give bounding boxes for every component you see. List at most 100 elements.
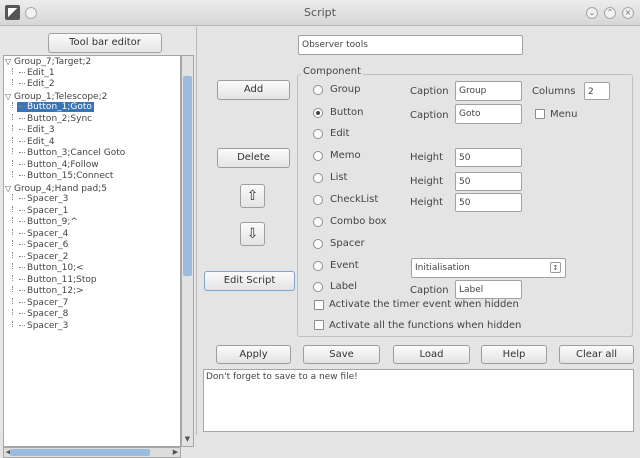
tree-item-label: Spacer_8 <box>17 309 70 319</box>
minimize-icon[interactable]: ⌄ <box>586 7 598 19</box>
tree-item[interactable]: Button_9;^ <box>4 217 180 229</box>
radio-label-button: Button <box>330 107 364 118</box>
scroll-right-arrow-icon[interactable]: ▶ <box>171 448 180 457</box>
expand-toggle-icon[interactable]: ▽ <box>4 56 12 68</box>
tree-item[interactable]: Spacer_2 <box>4 251 180 264</box>
radio-spacer[interactable] <box>313 239 323 249</box>
tree-item[interactable]: Spacer_4 <box>4 228 180 241</box>
tree-item[interactable]: Spacer_3 <box>4 320 180 333</box>
radio-label-event: Event <box>330 260 359 271</box>
list-height-input[interactable]: 50 <box>455 172 522 191</box>
radio-event[interactable] <box>313 261 323 271</box>
tree-item-label: Button_2;Sync <box>17 114 94 124</box>
tree-item-label: Spacer_4 <box>17 229 70 239</box>
scroll-down-arrow-icon[interactable]: ▼ <box>183 435 192 444</box>
radio-label[interactable] <box>313 282 323 292</box>
expand-toggle-icon[interactable]: ▽ <box>4 183 12 195</box>
left-panel: Tool bar editor ▽ Group_7;Target;2 Edit_1 E… <box>0 27 197 458</box>
radio-label-checklist: CheckList <box>330 194 379 205</box>
component-tree[interactable]: ▽ Group_7;Target;2 Edit_1 Edit_2 ▽ Group_1;Te… <box>3 55 181 447</box>
label-caption-label: Caption <box>410 285 449 296</box>
tree-item[interactable]: Spacer_6 <box>4 240 180 252</box>
move-up-button[interactable]: ⇧ <box>240 184 265 208</box>
tree-vertical-scrollbar[interactable]: ▼ <box>181 55 194 447</box>
delete-button[interactable]: Delete <box>217 148 290 168</box>
apply-button[interactable]: Apply <box>216 345 291 364</box>
columns-input[interactable]: 2 <box>584 82 610 100</box>
radio-label-combo-box: Combo box <box>330 216 387 227</box>
edit-script-button[interactable]: Edit Script <box>204 271 295 291</box>
tree-item-label: Button_3;Cancel Goto <box>17 148 127 158</box>
tree-item[interactable]: Button_3;Cancel Goto <box>4 148 180 160</box>
tree-item[interactable]: Button_12;> <box>4 286 180 298</box>
radio-button[interactable] <box>313 108 323 118</box>
clear-all-button[interactable]: Clear all <box>559 345 634 364</box>
expand-toggle-icon[interactable]: ▽ <box>4 91 12 103</box>
tree-item-label: Button_11;Stop <box>17 275 99 285</box>
functions-hidden-label: Activate all the functions when hidden <box>329 320 522 331</box>
tree-item[interactable]: Spacer_8 <box>4 309 180 321</box>
radio-label-spacer: Spacer <box>330 238 365 249</box>
tree-item-label: Group_1;Telescope;2 <box>14 91 108 102</box>
tree-item-label: Button_9;^ <box>17 217 80 227</box>
menu-checkbox[interactable] <box>535 109 545 119</box>
tree-item-label: Button_10;< <box>17 263 86 273</box>
title-bar: Script ⌄ ⌃ × <box>0 0 640 26</box>
arrow-down-icon: ⇩ <box>246 226 259 242</box>
tree-item-label: Button_4;Follow <box>17 160 101 170</box>
checklist-height-input[interactable]: 50 <box>455 193 522 212</box>
tree-item-label: Group_7;Target;2 <box>14 57 92 67</box>
tree-item[interactable]: Button_1;Goto <box>4 102 180 114</box>
radio-group[interactable] <box>313 85 323 95</box>
radio-label-list: List <box>330 172 348 183</box>
move-down-button[interactable]: ⇩ <box>240 222 265 246</box>
tree-horizontal-scrollbar[interactable]: ◀ ▶ <box>3 447 181 458</box>
tree-item-label: Spacer_1 <box>17 206 70 216</box>
tree-item[interactable]: Spacer_3 <box>4 194 180 206</box>
tree-item[interactable]: Edit_1 <box>4 67 180 80</box>
tree-item-label: Edit_3 <box>17 125 57 135</box>
functions-hidden-checkbox[interactable] <box>314 320 324 330</box>
radio-checklist[interactable] <box>313 195 323 205</box>
radio-edit[interactable] <box>313 129 323 139</box>
tree-item[interactable]: Spacer_7 <box>4 297 180 310</box>
tree-item[interactable]: Spacer_1 <box>4 205 180 218</box>
tree-item-label: Group_4;Hand pad;5 <box>14 183 107 194</box>
tree-item[interactable]: Button_10;< <box>4 263 180 275</box>
memo-height-input[interactable]: 50 <box>455 148 522 167</box>
add-button[interactable]: Add <box>217 80 290 100</box>
toolbar-title-input[interactable]: Observer tools <box>298 35 523 55</box>
tree-group-item[interactable]: ▽ Group_4;Hand pad;5 <box>4 183 180 195</box>
group-caption-input[interactable]: Group <box>455 81 522 101</box>
timer-hidden-label: Activate the timer event when hidden <box>329 299 519 310</box>
tree-item-label: Spacer_3 <box>17 321 70 331</box>
timer-hidden-checkbox[interactable] <box>314 300 324 310</box>
tree-item[interactable]: Button_11;Stop <box>4 274 180 287</box>
list-height-label: Height <box>410 176 444 187</box>
tree-item[interactable]: Edit_2 <box>4 79 180 91</box>
button-caption-input[interactable]: Goto <box>455 104 522 124</box>
tree-group-item[interactable]: ▽ Group_1;Telescope;2 <box>4 91 180 103</box>
tree-item[interactable]: Edit_3 <box>4 125 180 137</box>
event-select[interactable]: Initialisation ↕ <box>411 258 566 278</box>
tree-item[interactable]: Button_2;Sync <box>4 113 180 126</box>
radio-memo[interactable] <box>313 151 323 161</box>
save-button[interactable]: Save <box>303 345 380 364</box>
scroll-thumb[interactable] <box>183 76 192 276</box>
radio-list[interactable] <box>313 173 323 183</box>
status-log: Don't forget to save to a new file! <box>203 369 634 432</box>
close-icon[interactable]: × <box>622 7 634 19</box>
memo-height-label: Height <box>410 152 444 163</box>
maximize-icon[interactable]: ⌃ <box>604 7 616 19</box>
tree-group-item[interactable]: ▽ Group_7;Target;2 <box>4 56 180 68</box>
tree-item[interactable]: Button_15;Connect <box>4 171 180 183</box>
tree-item[interactable]: Edit_4 <box>4 136 180 149</box>
hscroll-thumb[interactable] <box>10 449 150 456</box>
radio-combo-box[interactable] <box>313 217 323 227</box>
help-button[interactable]: Help <box>481 345 547 364</box>
tree-item[interactable]: Button_4;Follow <box>4 159 180 172</box>
toolbar-editor-button[interactable]: Tool bar editor <box>48 33 162 53</box>
label-caption-input[interactable]: Label <box>455 280 522 299</box>
tree-item-label: Button_15;Connect <box>17 171 115 181</box>
load-button[interactable]: Load <box>393 345 470 364</box>
